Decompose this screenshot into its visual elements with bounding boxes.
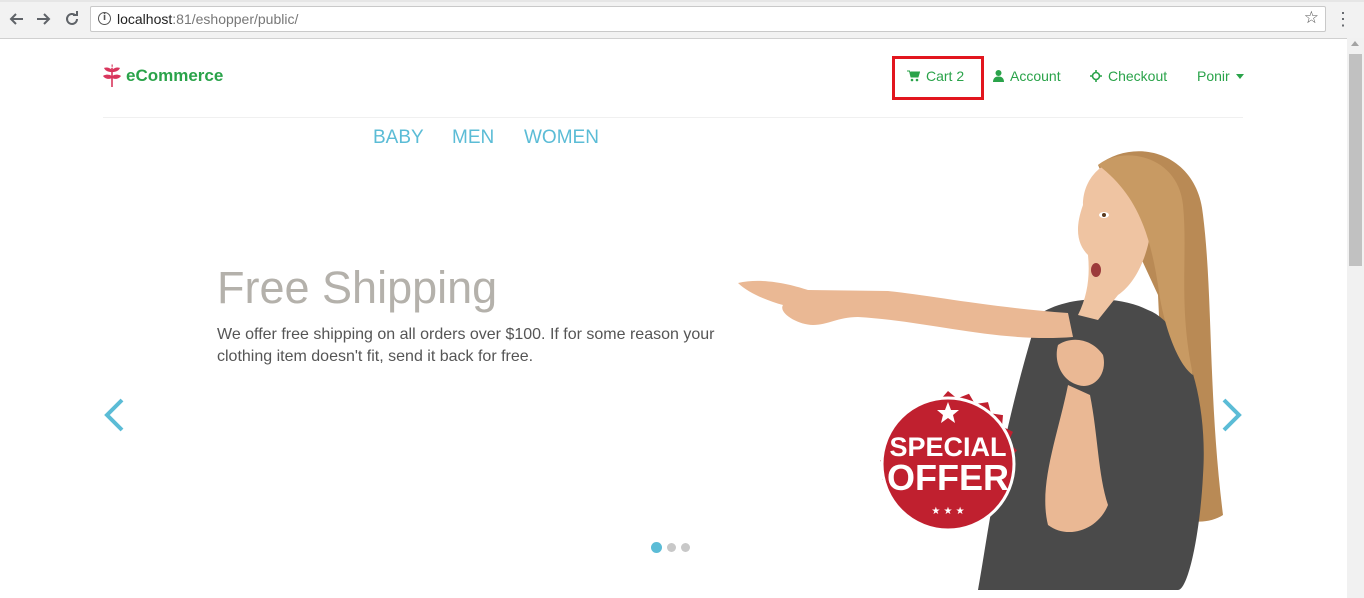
badge-line2: OFFER (887, 457, 1009, 498)
forward-button[interactable] (34, 9, 54, 29)
url-text[interactable]: localhost:81/eshopper/public/ (117, 11, 298, 27)
url-path: :81/eshopper/public/ (172, 11, 299, 27)
back-button[interactable] (6, 9, 26, 29)
slider-dot-2[interactable] (667, 543, 676, 552)
nav-user-label: Ponir (1197, 68, 1230, 84)
crosshairs-icon (1090, 70, 1102, 82)
scroll-up-arrow[interactable] (1351, 41, 1359, 46)
browser-toolbar: i localhost:81/eshopper/public/ ☆ ⋮ (0, 0, 1364, 39)
nav-checkout-label: Checkout (1108, 68, 1168, 84)
site-logo[interactable]: eCommerce (102, 64, 223, 88)
arrow-right-icon (37, 13, 51, 25)
nav-account[interactable]: Account (993, 68, 1061, 84)
special-offer-badge: SPECIAL OFFER ★ ★ ★ (880, 391, 1017, 532)
caret-down-icon (1235, 73, 1244, 79)
page-scrollbar[interactable] (1347, 38, 1364, 598)
arrow-left-icon (9, 13, 23, 25)
reload-icon (66, 11, 78, 25)
leaf-logo-icon (103, 64, 121, 88)
hero-description: We offer free shipping on all orders ove… (217, 326, 715, 365)
tab-strip (0, 0, 1364, 2)
url-host: localhost (117, 11, 173, 27)
nav-account-label: Account (1010, 68, 1061, 84)
nav-cart-label: Cart 2 (926, 68, 965, 84)
category-women[interactable]: WOMEN (524, 127, 599, 149)
kebab-menu-icon[interactable]: ⋮ (1334, 9, 1352, 30)
chevron-left-icon (104, 398, 124, 432)
slider-prev-button[interactable] (100, 397, 130, 433)
header-divider (103, 117, 1243, 118)
address-bar[interactable]: i localhost:81/eshopper/public/ ☆ (90, 6, 1326, 32)
slider-indicators (651, 542, 690, 553)
info-icon[interactable]: i (98, 12, 111, 25)
reload-button[interactable] (62, 9, 82, 29)
cart-icon (907, 70, 920, 82)
brand-name: eCommerce (126, 66, 224, 85)
user-icon (993, 70, 1004, 82)
star-icon[interactable]: ☆ (1304, 8, 1319, 28)
nav-user-dropdown[interactable]: Ponir (1197, 68, 1244, 84)
scrollbar-thumb[interactable] (1349, 54, 1362, 266)
nav-checkout[interactable]: Checkout (1090, 68, 1167, 84)
category-men[interactable]: MEN (452, 127, 494, 149)
slider-dot-1[interactable] (651, 542, 662, 553)
hero-title: Free Shipping (217, 262, 498, 313)
badge-stars: ★ ★ ★ (931, 506, 964, 517)
category-baby[interactable]: BABY (373, 127, 424, 149)
nav-cart[interactable]: Cart 2 (907, 68, 964, 84)
slider-dot-3[interactable] (681, 543, 690, 552)
